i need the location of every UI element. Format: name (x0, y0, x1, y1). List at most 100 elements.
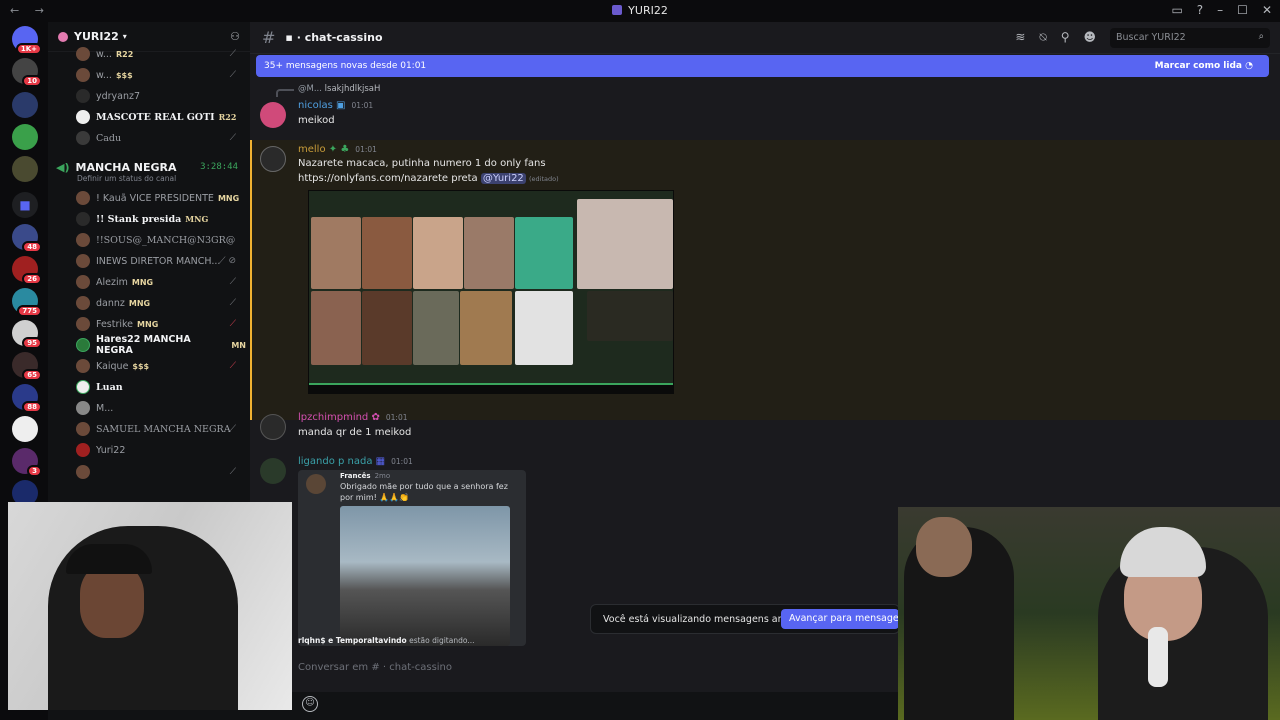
maximize-button[interactable]: ☐ (1237, 3, 1248, 17)
embed-text: Obrigado mãe por tudo que a senhora fez … (340, 482, 508, 502)
avatar[interactable] (260, 146, 286, 172)
voice-user[interactable]: Yuri22 (76, 440, 246, 460)
avatar (76, 380, 90, 394)
header-icons: ≋ ⍉ ⚲ ☻ (1015, 30, 1096, 45)
voice-user[interactable]: INEWS DIRETOR MANCH... ⟋ ⊘ (76, 251, 246, 271)
add-member-icon[interactable]: ⚇ (230, 30, 240, 43)
voice-user-name: !! Stank presida (96, 213, 182, 225)
minimize-button[interactable]: – (1217, 3, 1223, 17)
close-button[interactable]: ✕ (1262, 3, 1272, 17)
edited-label: (editado) (528, 175, 559, 183)
notifications-muted-icon[interactable]: ⍉ (1039, 30, 1046, 45)
jump-to-present-button[interactable]: Avançar para mensagens recentes (781, 609, 899, 629)
voice-user[interactable]: dannz MNG ⟋ (76, 293, 246, 313)
message-text-line2: https://onlyfans.com/nazarete preta @Yur… (298, 173, 559, 184)
help-icon[interactable]: ? (1197, 3, 1203, 17)
voice-user[interactable]: ⟋ (76, 462, 246, 482)
message-author[interactable]: ligando p nada ▦ 01:01 (298, 456, 413, 467)
search-input[interactable]: Buscar YURI22 ⌕ (1110, 28, 1270, 48)
avatar (76, 296, 90, 310)
voice-user[interactable]: SAMUEL MANCHA NEGRA ⟋ (76, 419, 246, 439)
voice-user[interactable]: w... R22 ⟋ (76, 44, 246, 64)
voice-user-name: Hares22 MANCHA NEGRA (96, 334, 191, 356)
role-tag: MN (231, 340, 246, 350)
server-icon[interactable]: 10 (12, 58, 42, 87)
server-icon[interactable]: 775 (12, 288, 42, 317)
role-tag: R22 (115, 49, 134, 59)
message-input[interactable]: Conversar em # · chat-cassino (288, 656, 894, 680)
server-icon[interactable]: 26 (12, 256, 42, 285)
video-controls[interactable] (309, 383, 673, 393)
voice-user[interactable]: ! Kauã VICE PRESIDENTE MNG (76, 188, 246, 208)
member-list-icon[interactable]: ☻ (1083, 30, 1096, 45)
voice-user-name: M... (96, 402, 114, 414)
voice-user-name: MASCOTE REAL GOTI (96, 111, 215, 123)
emoji-icon[interactable]: ☺ (302, 696, 318, 712)
server-icon[interactable]: 95 (12, 320, 42, 349)
server-icon[interactable]: 65 (12, 352, 42, 381)
voice-user[interactable]: !!SOUS@_MANCH@N3GR@ (76, 230, 246, 250)
voice-user[interactable]: MASCOTE REAL GOTI R22 (76, 107, 246, 127)
person-cap (66, 544, 152, 574)
voice-user[interactable]: Festrike MNG ⟋ (76, 314, 246, 334)
voice-channel-name: MANCHA NEGRA (75, 160, 177, 174)
message-author[interactable]: nicolas ▣ 01:01 (298, 100, 373, 111)
avatar[interactable] (260, 458, 286, 484)
folder-icon[interactable]: ■ (12, 192, 38, 218)
channel-name: ▪ · chat-cassino (285, 31, 383, 44)
search-icon: ⌕ (1258, 31, 1264, 42)
author-name: ligando p nada (298, 456, 373, 467)
server-icon[interactable] (12, 124, 38, 150)
message-author[interactable]: lpzchimpmind ✿ 01:01 (298, 412, 408, 423)
voice-user[interactable]: Alezim MNG ⟋ (76, 272, 246, 292)
voice-user[interactable]: Luan (76, 377, 246, 397)
forwarded-embed[interactable]: Francês 2mo Obrigado mãe por tudo que a s… (298, 470, 526, 646)
direct-messages-button[interactable]: 1K+ (12, 26, 42, 55)
photo-tile (362, 291, 412, 365)
server-icon[interactable]: 48 (12, 224, 42, 253)
server-icon[interactable] (12, 156, 38, 182)
embed-image[interactable] (340, 506, 510, 646)
old-messages-bar: Você está visualizando mensagens antigas… (590, 604, 900, 634)
unread-badge: 88 (22, 401, 42, 413)
inbox-icon[interactable]: ▭ (1171, 3, 1182, 17)
voice-user-name: !!SOUS@_MANCH@N3GR@ (96, 234, 236, 246)
voice-user[interactable]: Kaique $$$ ⟋ (76, 356, 246, 376)
role-tag: MNG (128, 298, 151, 308)
voice-user-name: Luan (96, 381, 123, 393)
voice-user[interactable]: ydryanz7 (76, 86, 246, 106)
reply-preview[interactable]: @M... lsakjhdlkjsaH (276, 84, 380, 97)
new-messages-text: 35+ mensagens novas desde 01:01 (264, 61, 427, 71)
voice-user-name: ! Kauã VICE PRESIDENTE (96, 192, 214, 204)
voice-user[interactable]: !! Stank presida MNG (76, 209, 246, 229)
message-link[interactable]: https://onlyfans.com/nazarete preta (298, 173, 478, 184)
voice-user[interactable]: w... $$$ ⟋ (76, 65, 246, 85)
avatar[interactable] (260, 414, 286, 440)
embed-age: 2mo (374, 472, 391, 480)
channel-status[interactable]: Definir um status do canal (77, 174, 176, 183)
voice-user[interactable]: Hares22 MANCHA NEGRA MN (76, 334, 246, 356)
message-input-placeholder: Conversar em # · chat-cassino (298, 662, 453, 673)
voice-user-name: ydryanz7 (96, 90, 141, 102)
message-author[interactable]: mello ✦ ♣ 01:01 (298, 144, 377, 155)
threads-icon[interactable]: ≋ (1015, 30, 1025, 45)
unread-badge: 1K+ (15, 43, 42, 55)
avatar (76, 89, 90, 103)
voice-user-name: Festrike (96, 318, 134, 330)
user-mention[interactable]: @Yuri22 (480, 173, 526, 184)
avatar[interactable] (260, 102, 286, 128)
avatar (76, 47, 90, 61)
mark-as-read-button[interactable]: Marcar como lida ◔ (1155, 61, 1253, 71)
server-icon[interactable]: 88 (12, 384, 42, 413)
server-icon[interactable] (12, 92, 38, 118)
pin-icon[interactable]: ⚲ (1061, 30, 1070, 45)
voice-user[interactable]: Cadu ⟋ (76, 128, 246, 148)
server-icon[interactable] (12, 416, 38, 442)
badge-icon: ✿ (371, 412, 380, 423)
message-time: 01:01 (351, 101, 374, 110)
new-messages-bar[interactable]: 35+ mensagens novas desde 01:01 Marcar c… (256, 55, 1269, 77)
voice-user[interactable]: M... (76, 398, 246, 418)
channel-name-text: chat-cassino (304, 31, 383, 44)
image-attachment[interactable] (308, 190, 674, 394)
server-icon[interactable]: 3 (12, 448, 42, 477)
